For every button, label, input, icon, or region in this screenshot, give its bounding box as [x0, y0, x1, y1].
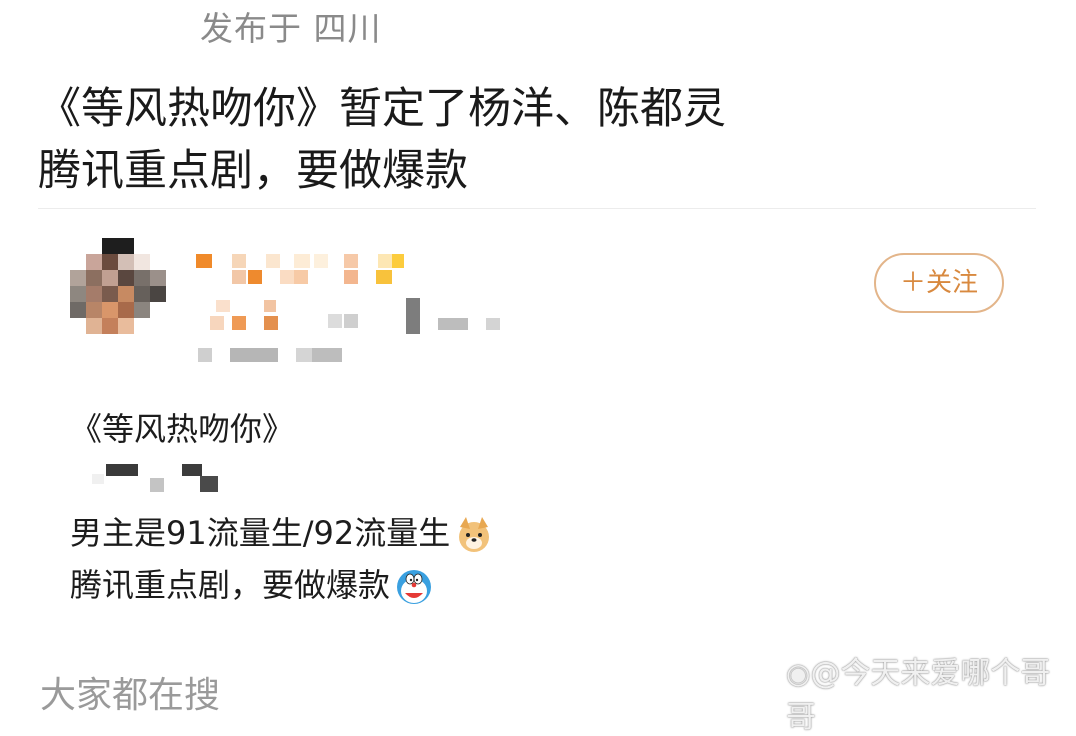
- post-line-2: 男主是91流量生/92流量生: [70, 508, 494, 555]
- weibo-logo-icon: ◉: [786, 657, 811, 690]
- headline-line-1: 《等风热吻你》暂定了杨洋、陈都灵: [38, 84, 726, 134]
- post-line-3-text: 腾讯重点剧，要做爆款: [70, 566, 391, 604]
- headline-line-2: 腾讯重点剧，要做爆款: [38, 146, 468, 196]
- post-blurred-text: [92, 460, 242, 496]
- weibo-watermark: ◉@今天来爱哪个哥哥: [786, 648, 1076, 736]
- post-location: 发布于 四川: [200, 9, 382, 48]
- user-meta-blurred: [196, 296, 516, 370]
- avatar[interactable]: [70, 238, 166, 334]
- post-line-2-text: 男主是91流量生/92流量生: [70, 514, 451, 552]
- watermark-text: @今天来爱哪个哥哥: [786, 656, 1051, 735]
- post-line-1: 《等风热吻你》: [70, 410, 295, 448]
- post-line-3: 腾讯重点剧，要做爆款: [70, 560, 434, 607]
- follow-button[interactable]: ＋关注: [874, 253, 1004, 313]
- headline: 《等风热吻你》暂定了杨洋、陈都灵 腾讯重点剧，要做爆款: [38, 78, 726, 202]
- section-label-trending: 大家都在搜: [40, 675, 221, 716]
- divider: [38, 208, 1036, 209]
- doraemon-face-icon: [397, 570, 432, 604]
- dog-face-icon: [459, 517, 490, 552]
